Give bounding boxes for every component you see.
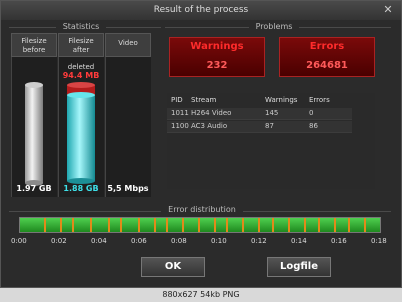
warnings-count: 232 [206,60,228,71]
errors-panel: Errors 264681 [279,37,375,77]
deleted-value: 94.4 MB [62,71,100,80]
row-stream: H264 Video [191,109,232,117]
error-marker [44,218,46,232]
row-errors: 0 [309,109,314,117]
error-marker [348,218,350,232]
error-marker [166,218,168,232]
row-warnings: 87 [265,122,274,130]
error-marker [154,218,156,232]
row-stream: AC3 Audio [191,122,228,130]
error-marker [120,218,122,232]
time-label: 0:18 [371,237,387,245]
statistics-label: Statistics [56,22,106,31]
table-row[interactable]: 1011 H264 Video 145 0 [167,108,352,120]
error-marker [182,218,184,232]
ok-button[interactable]: OK [141,257,205,277]
header-stream: Stream [191,96,217,104]
col-filesize-after: Filesize after [58,33,104,57]
filesize-before-cylinder [25,82,43,186]
streams-table: PID Stream Warnings Errors 1011 H264 Vid… [167,93,375,189]
error-marker [90,218,92,232]
header-pid: PID [171,96,183,104]
video-bitrate-value: 5,5 Mbps [107,184,149,193]
filesize-after-value: 1.88 GB [63,184,99,193]
time-label: 0:12 [251,237,267,245]
warnings-panel: Warnings 232 [169,37,265,77]
logfile-button[interactable]: Logfile [267,257,331,277]
warnings-label: Warnings [190,41,244,52]
error-marker [214,218,216,232]
row-errors: 86 [309,122,318,130]
error-distribution-label: Error distribution [161,205,243,214]
error-marker [334,218,336,232]
time-label: 0:02 [51,237,67,245]
error-marker [108,218,110,232]
error-marker [60,218,62,232]
row-pid: 1011 [171,109,189,117]
error-marker [198,218,200,232]
close-icon[interactable]: ✕ [381,3,395,17]
header-warnings: Warnings [265,96,298,104]
error-marker [138,218,140,232]
error-marker [258,218,260,232]
bitrate-column [105,57,151,197]
time-label: 0:14 [291,237,307,245]
header-errors: Errors [309,96,330,104]
error-marker [364,218,366,232]
time-label: 0:04 [91,237,107,245]
title-bar: Result of the process ✕ [1,1,401,20]
time-label: 0:16 [331,237,347,245]
errors-label: Errors [309,41,345,52]
error-marker [304,218,306,232]
errors-count: 264681 [306,60,348,71]
col-filesize-before: Filesize before [11,33,57,57]
filesize-after-cylinder [67,82,95,184]
error-marker [288,218,290,232]
col-video-bitrate: Video bitrate [105,33,151,65]
window-title: Result of the process [153,5,249,15]
time-label: 0:08 [171,237,187,245]
table-row[interactable]: 1100 AC3 Audio 87 86 [167,121,352,133]
time-label: 0:00 [11,237,27,245]
image-caption: 880x627 54kb PNG [162,290,240,299]
time-label: 0:06 [131,237,147,245]
error-marker [318,218,320,232]
problems-label: Problems [249,22,299,31]
result-dialog: Result of the process ✕ Statistics Files… [0,0,402,288]
error-marker [242,218,244,232]
error-marker [226,218,228,232]
error-marker [72,218,74,232]
deleted-label: deleted [67,63,95,71]
error-marker [272,218,274,232]
row-warnings: 145 [265,109,279,117]
error-distribution-bar [19,217,381,233]
row-pid: 1100 [171,122,189,130]
time-label: 0:10 [211,237,227,245]
filesize-before-value: 1.97 GB [16,184,52,193]
